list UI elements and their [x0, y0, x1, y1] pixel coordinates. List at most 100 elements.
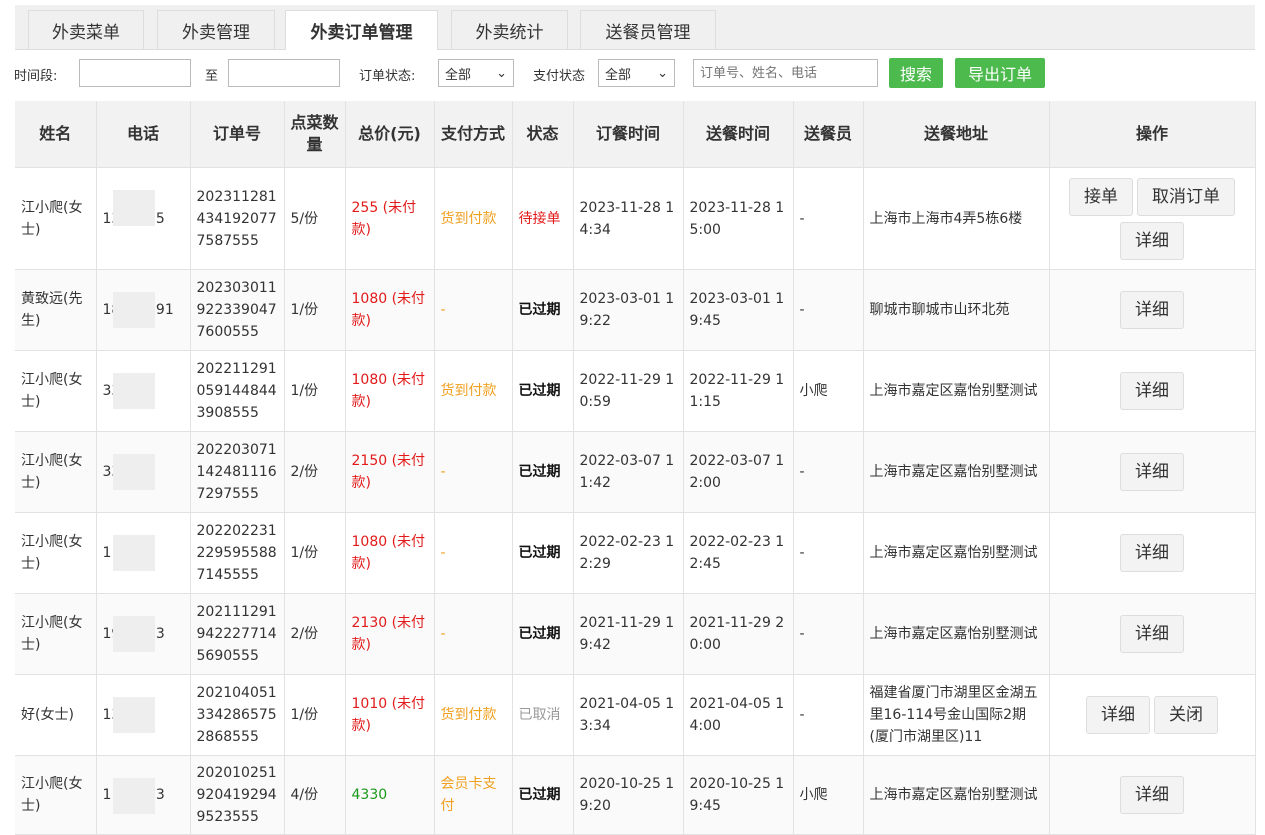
cell-actions: 详细 [1049, 512, 1256, 594]
cell-actions: 详细 [1049, 431, 1256, 513]
cell-pay-method: 货到付款 [434, 350, 513, 432]
order-status-value: 全部 [445, 67, 472, 83]
cell-order-time: 2022-03-07 11:42 [573, 431, 684, 513]
order-status-label: 订单状态: [359, 69, 416, 84]
detail-button[interactable]: 详细 [1120, 776, 1184, 814]
redaction-blur [112, 292, 155, 328]
cell-order-time: 2023-03-01 19:22 [573, 269, 684, 351]
cell-status: 已过期 [512, 755, 574, 835]
cell-order-no: 2021112919422277145690555 [190, 593, 285, 675]
cell-pay-method: 货到付款 [434, 167, 513, 270]
cell-quantity: 5/份 [284, 167, 346, 270]
table-row: 江小爬(女士)1 333 320220223122959558871455551… [15, 512, 1256, 594]
orders-table: 姓名 电话 订单号 点菜数量 总价(元) 支付方式 状态 订餐时间 送餐时间 送… [15, 101, 1256, 835]
cell-address: 聊城市聊城市山环北苑 [863, 269, 1050, 351]
redaction-blur [112, 373, 155, 409]
detail-button[interactable]: 详细 [1120, 534, 1184, 572]
cell-name: 好(女士) [15, 674, 97, 756]
header-quantity: 点菜数量 [284, 101, 346, 168]
cell-pay-method: - [434, 431, 513, 513]
detail-button[interactable]: 详细 [1086, 696, 1150, 734]
cancel-order-button[interactable]: 取消订单 [1137, 177, 1235, 216]
cell-phone: 13 96 15 [96, 167, 191, 270]
detail-button[interactable]: 详细 [1120, 615, 1184, 653]
close-button[interactable]: 关闭 [1154, 696, 1218, 734]
cell-order-no: 2023030119223390477600555 [190, 269, 285, 351]
cell-order-time: 2021-11-29 19:42 [573, 593, 684, 675]
cell-order-time: 2022-11-29 10:59 [573, 350, 684, 432]
header-phone: 电话 [96, 101, 191, 168]
cell-address: 福建省厦门市湖里区金湖五里16-114号金山国际2期(厦门市湖里区)11 [863, 674, 1050, 756]
accept-order-button[interactable]: 接单 [1069, 177, 1133, 216]
start-date-input[interactable] [79, 59, 191, 87]
cell-total: 255 (未付款) [345, 167, 435, 270]
cell-deliver-time: 2022-11-29 11:15 [683, 350, 794, 432]
cell-total: 1010 (未付款) [345, 674, 435, 756]
cell-deliver-time: 2021-04-05 14:00 [683, 674, 794, 756]
cell-phone: 1 333 3 [96, 512, 191, 594]
header-order-time: 订餐时间 [573, 101, 684, 168]
cell-quantity: 1/份 [284, 269, 346, 351]
detail-button[interactable]: 详细 [1120, 372, 1184, 410]
cell-order-no: 2022112910591448443908555 [190, 350, 285, 432]
cell-total: 2150 (未付款) [345, 431, 435, 513]
tab-bar: 外卖菜单 外卖管理 外卖订单管理 外卖统计 送餐员管理 [15, 5, 1255, 50]
cell-quantity: 2/份 [284, 593, 346, 675]
pay-status-select[interactable]: 全部 ⌄ [598, 59, 675, 87]
header-order-no: 订单号 [190, 101, 285, 168]
cell-address: 上海市嘉定区嘉怡别墅测试 [863, 593, 1050, 675]
cell-address: 上海市嘉定区嘉怡别墅测试 [863, 431, 1050, 513]
cell-courier: - [793, 674, 864, 756]
detail-button[interactable]: 详细 [1120, 453, 1184, 491]
tab-courier-management[interactable]: 送餐员管理 [580, 10, 716, 49]
cell-quantity: 4/份 [284, 755, 346, 835]
cell-status: 待接单 [512, 167, 574, 270]
cell-name: 黄致远(先生) [15, 269, 97, 351]
search-button[interactable]: 搜索 [889, 58, 943, 88]
cell-deliver-time: 2022-03-07 12:00 [683, 431, 794, 513]
filter-bar: 时间段: 至 订单状态: 全部 ⌄ 支付状态 全部 ⌄ 搜索 导出订单 [0, 57, 1265, 89]
tab-management[interactable]: 外卖管理 [157, 10, 275, 49]
table-row: 江小爬(女士)19 33 332021112919422277145690555… [15, 593, 1256, 675]
cell-name: 江小爬(女士) [15, 167, 97, 270]
header-status: 状态 [512, 101, 574, 168]
cell-name: 江小爬(女士) [15, 593, 97, 675]
redaction-blur [112, 778, 155, 814]
cell-address: 上海市嘉定区嘉怡别墅测试 [863, 512, 1050, 594]
detail-button[interactable]: 详细 [1120, 291, 1184, 329]
cell-total: 1080 (未付款) [345, 512, 435, 594]
cell-phone: 18 668 91 [96, 269, 191, 351]
tab-menu[interactable]: 外卖菜单 [28, 10, 144, 49]
header-pay-method: 支付方式 [434, 101, 513, 168]
table-row: 江小爬(女士)1 3333 32020102519204192949523555… [15, 755, 1256, 835]
cell-deliver-time: 2021-11-29 20:00 [683, 593, 794, 675]
cell-deliver-time: 2022-02-23 12:45 [683, 512, 794, 594]
cell-phone: 13 33 3 [96, 674, 191, 756]
tab-order-management[interactable]: 外卖订单管理 [285, 10, 438, 50]
cell-deliver-time: 2023-03-01 19:45 [683, 269, 794, 351]
cell-phone: 1 3333 3 [96, 755, 191, 835]
header-actions: 操作 [1049, 101, 1256, 168]
cell-status: 已过期 [512, 350, 574, 432]
cell-quantity: 1/份 [284, 350, 346, 432]
order-status-select[interactable]: 全部 ⌄ [438, 59, 514, 87]
header-total: 总价(元) [345, 101, 435, 168]
cell-order-no: 2020102519204192949523555 [190, 755, 285, 835]
table-row: 江小爬(女士)13 96 152023112814341920777587555… [15, 167, 1256, 270]
cell-address: 上海市上海市4弄5栋6楼 [863, 167, 1050, 270]
pay-status-value: 全部 [605, 67, 632, 83]
cell-phone: 19 33 33 [96, 593, 191, 675]
cell-quantity: 1/份 [284, 674, 346, 756]
end-date-input[interactable] [228, 59, 340, 87]
search-input[interactable] [693, 59, 878, 87]
table-row: 黄致远(先生)18 668 91202303011922339047760055… [15, 269, 1256, 351]
detail-button[interactable]: 详细 [1120, 221, 1184, 260]
export-orders-button[interactable]: 导出订单 [955, 58, 1045, 88]
tab-statistics[interactable]: 外卖统计 [451, 10, 568, 49]
cell-deliver-time: 2020-10-25 19:45 [683, 755, 794, 835]
cell-deliver-time: 2023-11-28 15:00 [683, 167, 794, 270]
pay-status-label: 支付状态 [533, 69, 586, 84]
header-address: 送餐地址 [863, 101, 1050, 168]
cell-courier: - [793, 167, 864, 270]
cell-name: 江小爬(女士) [15, 755, 97, 835]
